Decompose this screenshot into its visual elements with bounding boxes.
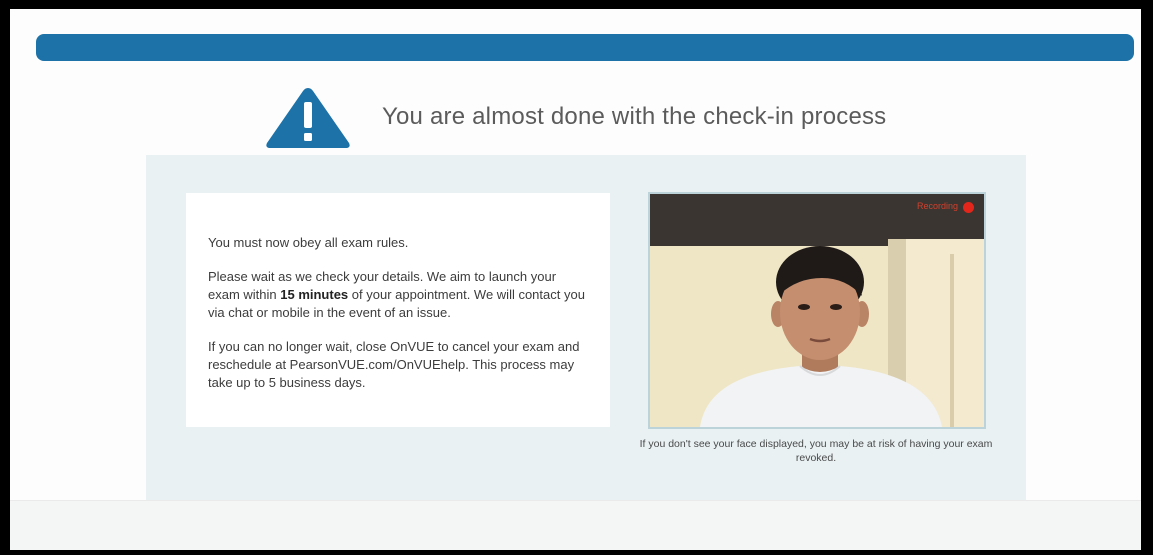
- app-window: You are almost done with the check-in pr…: [10, 9, 1141, 550]
- webcam-preview: Recording: [648, 192, 986, 429]
- checkin-panel: You must now obey all exam rules. Please…: [146, 155, 1026, 500]
- page-title: You are almost done with the check-in pr…: [382, 103, 887, 130]
- footer-strip: [10, 500, 1141, 550]
- warning-triangle-icon: [266, 88, 350, 148]
- cancel-notice: If you can no longer wait, close OnVUE t…: [208, 339, 580, 390]
- recording-dot-icon: [963, 202, 974, 213]
- wait-time: 15 minutes: [280, 287, 349, 302]
- wait-notice: Please wait as we check your details. We…: [208, 269, 585, 320]
- webcam-feed-image: [650, 194, 984, 427]
- camera-warning-note: If you don't see your face displayed, yo…: [639, 438, 993, 464]
- top-header-bar: [36, 34, 1134, 61]
- recording-label: Recording: [916, 201, 958, 211]
- rules-notice: You must now obey all exam rules.: [208, 235, 409, 250]
- page-header: You are almost done with the check-in pr…: [264, 79, 886, 155]
- exam-rules-box: You must now obey all exam rules. Please…: [186, 193, 610, 427]
